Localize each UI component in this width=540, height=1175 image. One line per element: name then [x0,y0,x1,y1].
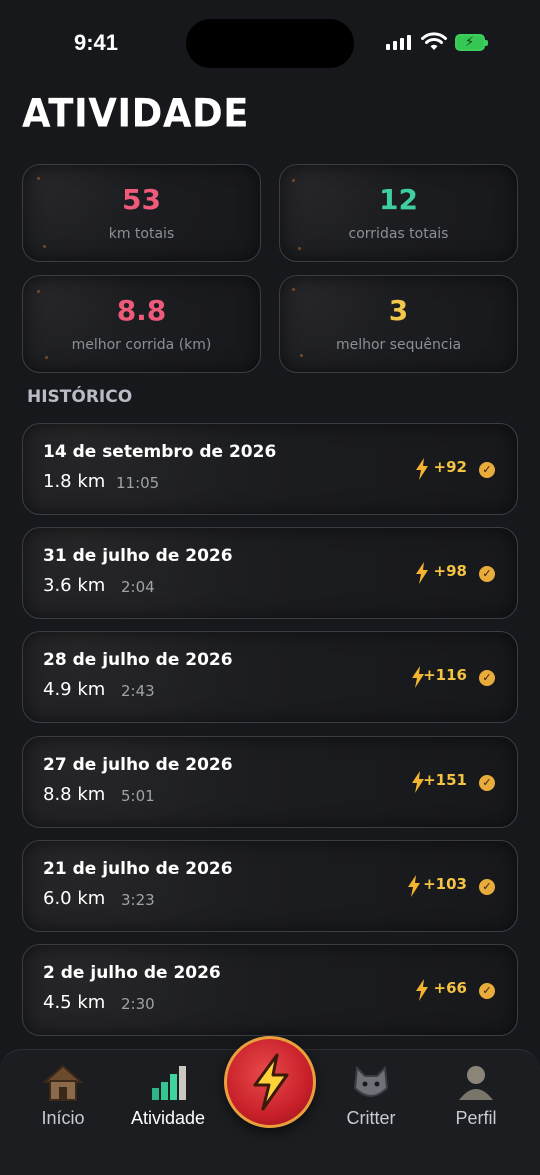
nav-label: Perfil [455,1108,497,1128]
stat-label: melhor sequência [335,337,462,353]
run-date: 21 de julho de 2026 [43,859,233,879]
stat-card-total-runs: 12 corridas totais [279,164,518,262]
run-distance: 1.8 km [43,471,106,492]
run-duration: 2:43 [121,682,155,700]
dynamic-island [186,19,354,68]
nav-label: Início [41,1108,85,1128]
check-icon: ✓ [479,566,495,582]
run-points: +66 [433,979,467,997]
stat-value: 8.8 [116,294,167,327]
lightning-icon [408,875,420,897]
run-card[interactable]: 21 de julho de 2026 6.0 km 3:23 +103 ✓ [22,840,518,932]
lightning-icon [416,458,428,480]
stat-value: 12 [379,183,418,216]
nav-item-critter[interactable]: Critter [316,1062,426,1129]
lightning-icon [416,979,428,1001]
run-date: 14 de setembro de 2026 [43,442,277,462]
run-date: 31 de julho de 2026 [43,546,233,566]
nav-label: Critter [346,1108,396,1128]
status-time: 9:41 [74,30,119,55]
run-duration: 5:01 [121,787,155,805]
bottom-nav: Início Atividade Critter Perfil [0,1036,540,1175]
run-distance: 4.5 km [43,992,106,1013]
cat-icon [353,1065,389,1097]
run-distance: 8.8 km [43,784,106,805]
nav-item-perfil[interactable]: Perfil [421,1062,531,1129]
stat-label: corridas totais [348,226,449,242]
battery-icon: ⚡ [455,34,488,51]
check-icon: ✓ [479,775,495,791]
house-icon [42,1064,84,1101]
stat-label: km totais [108,226,175,242]
history-heading: HISTÓRICO [27,387,133,407]
run-duration: 11:05 [116,474,160,492]
run-card[interactable]: 14 de setembro de 2026 1.8 km 11:05 +92 … [22,423,518,515]
check-icon: ✓ [479,879,495,895]
run-points: +98 [433,562,467,580]
stat-card-best-run: 8.8 melhor corrida (km) [22,275,261,373]
run-duration: 2:30 [121,995,155,1013]
run-points: +116 [423,666,467,684]
run-card[interactable]: 2 de julho de 2026 4.5 km 2:30 +66 ✓ [22,944,518,1036]
run-points: +92 [433,458,467,476]
run-duration: 3:23 [121,891,155,909]
run-card[interactable]: 31 de julho de 2026 3.6 km 2:04 +98 ✓ [22,527,518,619]
lightning-icon [253,1053,289,1111]
check-icon: ✓ [479,983,495,999]
wifi-icon [421,32,447,50]
stat-card-total-km: 53 km totais [22,164,261,262]
check-icon: ✓ [479,462,495,478]
check-icon: ✓ [479,670,495,686]
run-duration: 2:04 [121,578,155,596]
run-date: 27 de julho de 2026 [43,755,233,775]
run-distance: 4.9 km [43,679,106,700]
stat-value: 3 [388,294,409,327]
stat-label: melhor corrida (km) [71,337,212,353]
status-bar: 9:41 ⚡ [0,0,540,90]
run-distance: 3.6 km [43,575,106,596]
run-card[interactable]: 27 de julho de 2026 8.8 km 5:01 +151 ✓ [22,736,518,828]
nav-item-inicio[interactable]: Início [8,1062,118,1129]
run-date: 2 de julho de 2026 [43,963,221,983]
run-distance: 6.0 km [43,888,106,909]
run-points: +103 [423,875,467,893]
stat-card-best-streak: 3 melhor sequência [279,275,518,373]
run-points: +151 [423,771,467,789]
stat-value: 53 [122,183,161,216]
nav-label: Atividade [130,1108,206,1128]
run-card[interactable]: 28 de julho de 2026 4.9 km 2:43 +116 ✓ [22,631,518,723]
nav-item-atividade[interactable]: Atividade [113,1062,223,1129]
profile-icon [459,1066,493,1100]
run-date: 28 de julho de 2026 [43,650,233,670]
signal-icon [386,35,411,50]
bar-chart-icon [152,1066,186,1100]
page-title: ATIVIDADE [22,90,250,137]
start-run-button[interactable] [224,1036,316,1128]
lightning-icon [416,562,428,584]
